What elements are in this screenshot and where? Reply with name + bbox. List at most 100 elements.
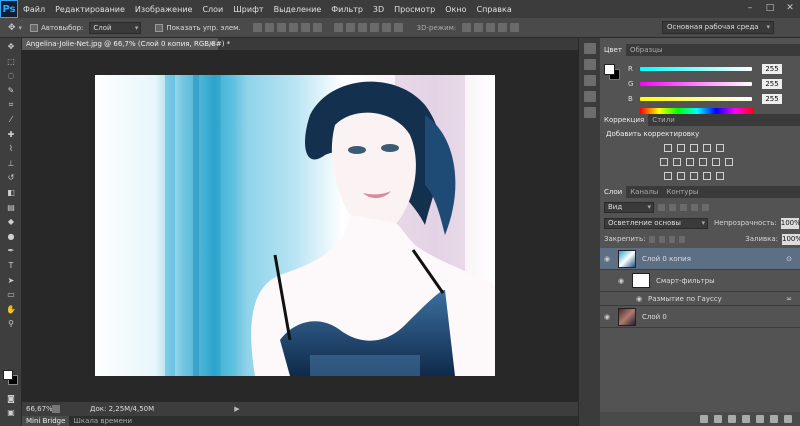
- status-info-icon[interactable]: [52, 405, 60, 413]
- menu-3d[interactable]: 3D: [368, 5, 389, 14]
- slider-blue-value[interactable]: 255: [762, 94, 782, 104]
- adjustment-layer-icon[interactable]: [742, 415, 750, 423]
- menu-type[interactable]: Шрифт: [228, 5, 268, 14]
- layer-filter-dropdown[interactable]: Вид: [604, 201, 654, 213]
- filter-type-icon[interactable]: [680, 203, 687, 211]
- layer-row[interactable]: ◉ Слой 0 копия ⊙: [600, 248, 800, 270]
- tab-channels[interactable]: Каналы: [626, 186, 662, 198]
- channel-mixer-icon[interactable]: [712, 158, 720, 166]
- posterize-icon[interactable]: [677, 172, 685, 180]
- menu-image[interactable]: Изображение: [130, 5, 198, 14]
- curves-icon[interactable]: [690, 144, 698, 152]
- quick-select-tool-icon[interactable]: ✎: [4, 86, 18, 96]
- close-button[interactable]: ✕: [784, 2, 796, 14]
- slider-blue-track[interactable]: [640, 97, 752, 101]
- vibrance-icon[interactable]: [716, 144, 724, 152]
- color-panel-foreground[interactable]: [604, 64, 615, 75]
- threshold-icon[interactable]: [690, 172, 698, 180]
- distribute-middle-icon[interactable]: [345, 23, 355, 32]
- link-layers-icon[interactable]: [700, 415, 708, 423]
- autoselect-dropdown[interactable]: Слой: [89, 21, 142, 34]
- menu-window[interactable]: Окно: [440, 5, 471, 14]
- smart-filters-label[interactable]: Смарт-фильтры: [656, 277, 715, 285]
- slider-green-value[interactable]: 255: [762, 79, 782, 89]
- move-tool-icon[interactable]: ✥: [4, 42, 18, 52]
- document-image[interactable]: [95, 75, 495, 376]
- new-group-icon[interactable]: [756, 415, 764, 423]
- distribute-right-icon[interactable]: [393, 23, 403, 32]
- move-tool-icon[interactable]: ✥: [8, 23, 16, 33]
- filter-row[interactable]: ◉ Размытие по Гауссу ≍: [600, 292, 800, 306]
- visibility-eye-icon[interactable]: ◉: [604, 255, 614, 263]
- layer-name[interactable]: Слой 0: [642, 313, 667, 321]
- foreground-color[interactable]: [3, 370, 13, 380]
- gradient-map-icon[interactable]: [703, 172, 711, 180]
- tab-color[interactable]: Цвет: [600, 44, 626, 56]
- filter-pixel-icon[interactable]: [658, 203, 665, 211]
- brightness-icon[interactable]: [664, 144, 672, 152]
- filter-smart-object-icon[interactable]: [702, 203, 709, 211]
- filter-name[interactable]: Размытие по Гауссу: [648, 295, 722, 303]
- info-panel-icon[interactable]: [584, 75, 596, 86]
- tab-layers[interactable]: Слои: [600, 186, 627, 198]
- layer-row[interactable]: ◉ Слой 0: [600, 306, 800, 328]
- tab-timeline[interactable]: Шкала времени: [69, 416, 136, 426]
- menu-help[interactable]: Справка: [471, 5, 516, 14]
- visibility-eye-icon[interactable]: ◉: [618, 277, 628, 285]
- gradient-tool-icon[interactable]: ▤: [4, 203, 18, 213]
- 3d-roll-icon[interactable]: [474, 23, 484, 32]
- history-panel-icon[interactable]: [584, 43, 596, 54]
- align-bottom-icon[interactable]: [276, 23, 286, 32]
- selective-color-icon[interactable]: [716, 172, 724, 180]
- exposure-icon[interactable]: [703, 144, 711, 152]
- brush-tool-icon[interactable]: ⌇: [4, 144, 18, 154]
- character-panel-icon[interactable]: [584, 91, 596, 102]
- slider-green-track[interactable]: [640, 82, 752, 86]
- lock-pixels-icon[interactable]: [659, 235, 666, 243]
- add-mask-icon[interactable]: [728, 415, 736, 423]
- lock-all-icon[interactable]: [679, 235, 686, 243]
- 3d-pan-icon[interactable]: [486, 23, 496, 32]
- filter-shape-icon[interactable]: [691, 203, 698, 211]
- blend-mode-dropdown[interactable]: Осветление основы: [604, 217, 708, 229]
- status-menu-arrow-icon[interactable]: ▶: [234, 405, 239, 413]
- visibility-eye-icon[interactable]: ◉: [604, 313, 614, 321]
- color-lookup-icon[interactable]: [725, 158, 733, 166]
- opacity-input[interactable]: 100%: [780, 217, 800, 229]
- close-document-icon[interactable]: ×: [209, 38, 215, 50]
- dodge-tool-icon[interactable]: ●: [4, 232, 18, 242]
- distribute-left-icon[interactable]: [369, 23, 379, 32]
- distribute-center-icon[interactable]: [381, 23, 391, 32]
- align-left-icon[interactable]: [288, 23, 298, 32]
- shape-tool-icon[interactable]: ▭: [4, 290, 18, 300]
- workspace-dropdown[interactable]: Основная рабочая среда: [662, 21, 774, 34]
- tool-preset-chevron-icon[interactable]: ▾: [19, 24, 23, 32]
- invert-icon[interactable]: [664, 172, 672, 180]
- menu-edit[interactable]: Редактирование: [50, 5, 130, 14]
- crop-tool-icon[interactable]: ⌗: [4, 100, 18, 110]
- canvas-area[interactable]: [22, 50, 578, 402]
- photo-filter-icon[interactable]: [699, 158, 707, 166]
- fill-input[interactable]: 100%: [782, 233, 800, 245]
- eraser-tool-icon[interactable]: ◧: [4, 188, 18, 198]
- type-tool-icon[interactable]: T: [4, 261, 18, 271]
- smart-filters-row[interactable]: ◉ Смарт-фильтры: [600, 270, 800, 292]
- color-balance-icon[interactable]: [673, 158, 681, 166]
- layer-style-icon[interactable]: [714, 415, 722, 423]
- 3d-rotate-icon[interactable]: [462, 23, 472, 32]
- lock-transparent-icon[interactable]: [649, 235, 656, 243]
- tab-adjustments[interactable]: Коррекция: [600, 114, 649, 126]
- tab-styles[interactable]: Стили: [648, 114, 679, 126]
- delete-layer-icon[interactable]: [784, 415, 792, 423]
- distribute-top-icon[interactable]: [333, 23, 343, 32]
- filter-options-icon[interactable]: ≍: [786, 295, 792, 303]
- new-layer-icon[interactable]: [770, 415, 778, 423]
- lock-position-icon[interactable]: [669, 235, 676, 243]
- tab-paths[interactable]: Контуры: [662, 186, 702, 198]
- pen-tool-icon[interactable]: ✒: [4, 246, 18, 256]
- slider-blue[interactable]: B 255: [628, 94, 798, 104]
- slider-green[interactable]: G 255: [628, 79, 798, 89]
- healing-brush-tool-icon[interactable]: ✚: [4, 130, 18, 140]
- slider-red-value[interactable]: 255: [762, 64, 782, 74]
- hue-saturation-icon[interactable]: [660, 158, 668, 166]
